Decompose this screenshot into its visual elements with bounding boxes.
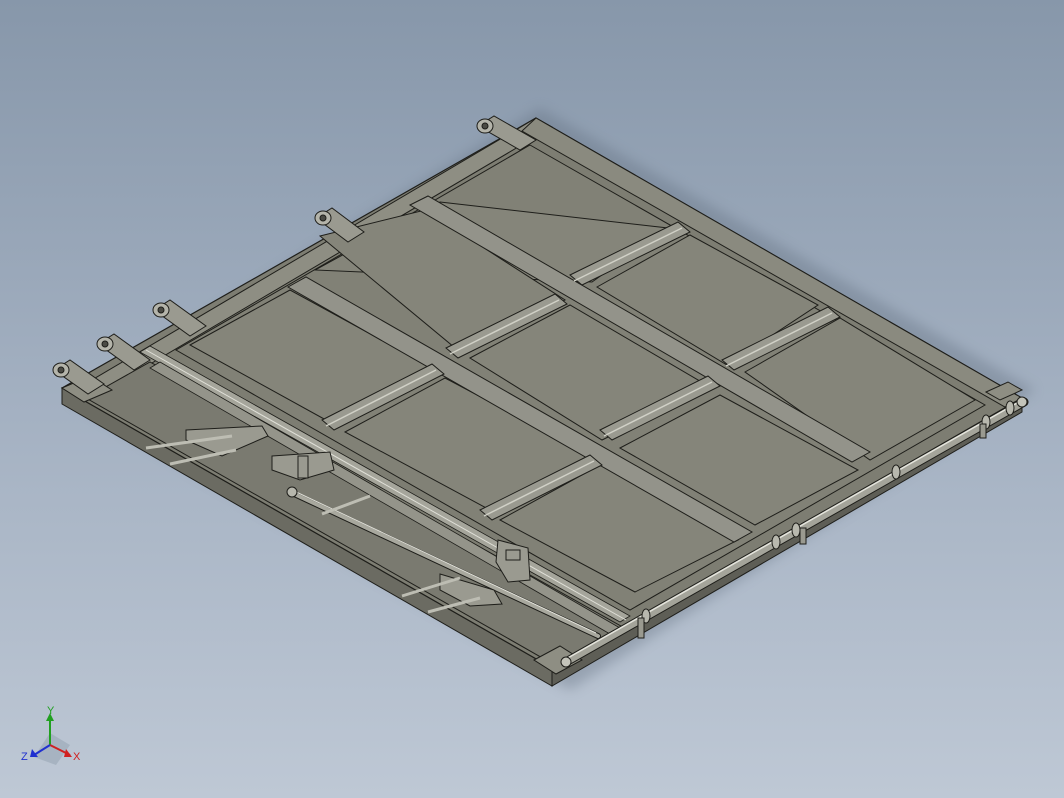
x-axis-label: X bbox=[73, 751, 81, 763]
triad-base bbox=[34, 733, 70, 765]
tailgate-model[interactable] bbox=[0, 0, 1064, 798]
y-axis-label: Y bbox=[47, 705, 55, 717]
graphics-viewport[interactable]: Y X Z bbox=[0, 0, 1064, 798]
z-axis-label: Z bbox=[21, 751, 28, 763]
reference-triad[interactable]: Y X Z bbox=[20, 705, 90, 775]
